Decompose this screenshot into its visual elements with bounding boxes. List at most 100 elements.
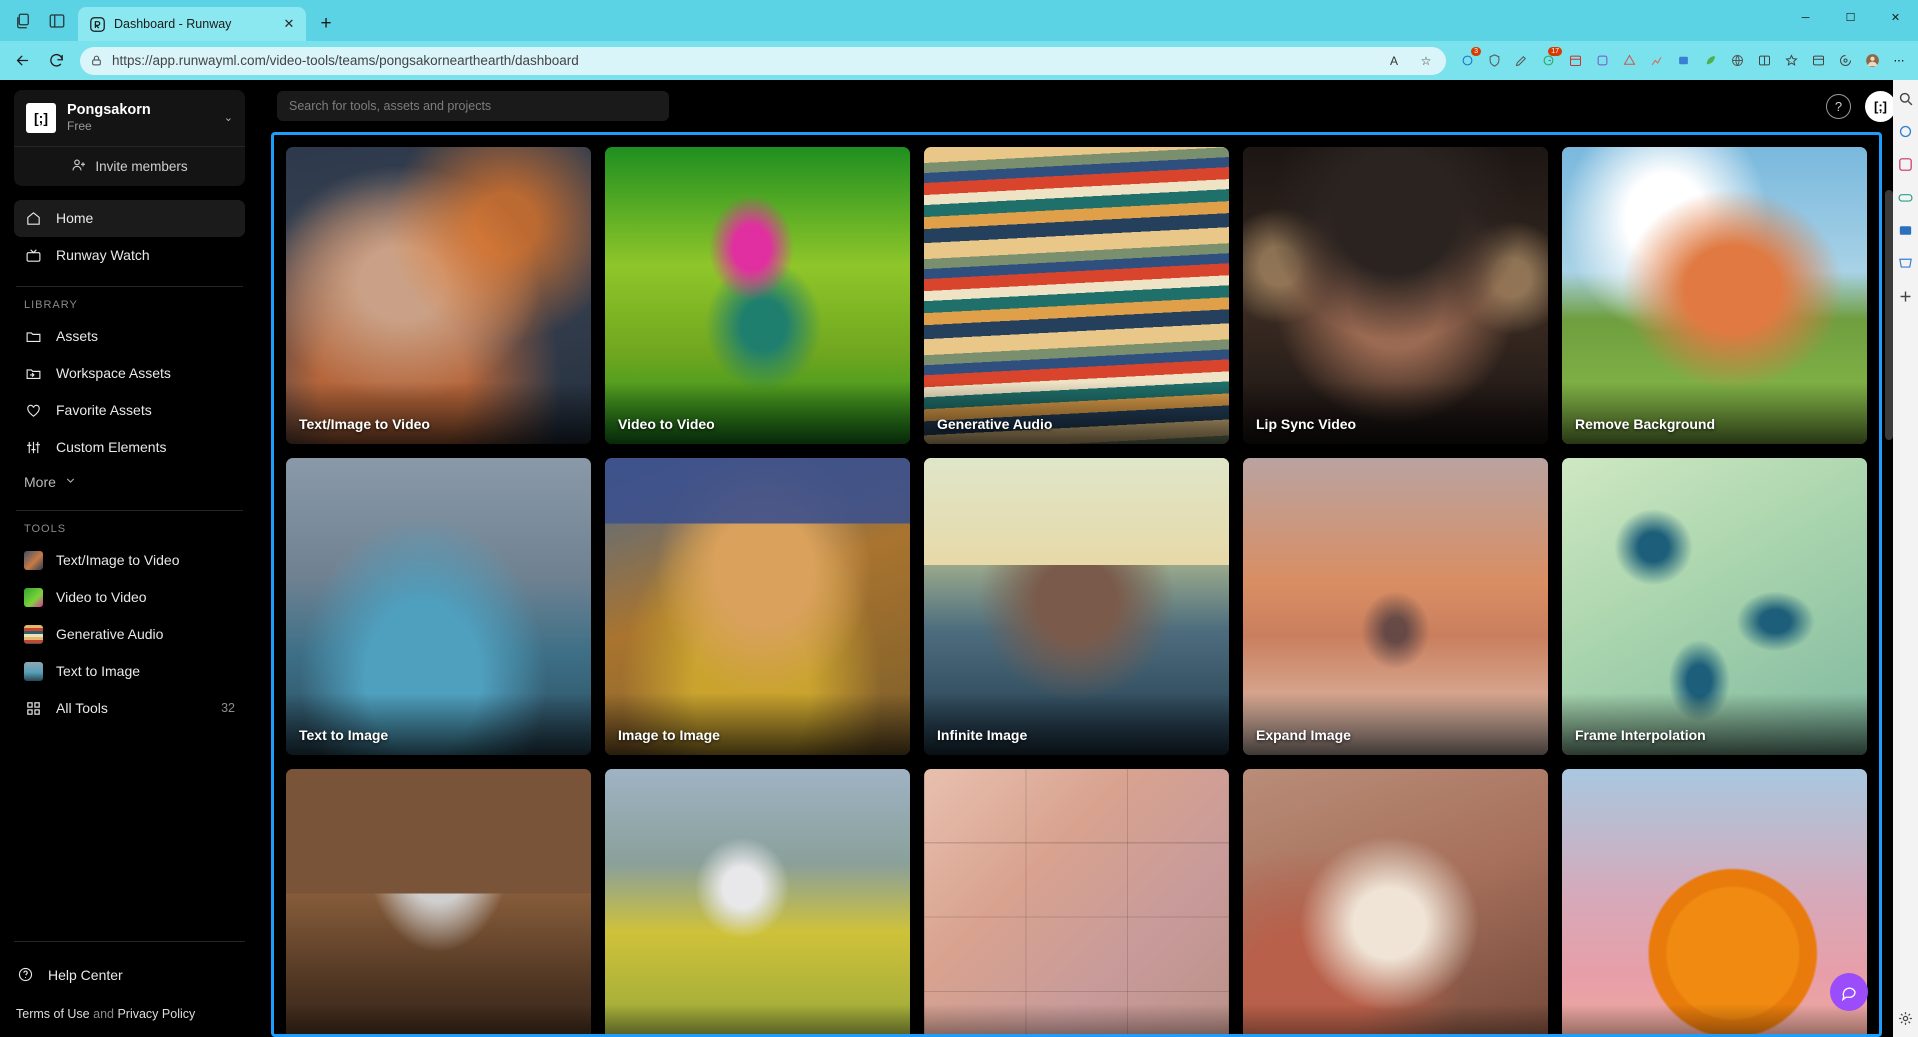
tool-card-lip-sync-video[interactable]: Lip Sync Video bbox=[1243, 147, 1548, 444]
sidebar-more-button[interactable]: More bbox=[14, 466, 245, 498]
tool-card-text-image-to-video[interactable]: Text/Image to Video bbox=[286, 147, 591, 444]
account-card[interactable]: [;] Pongsakorn Free ⌄ Invite members bbox=[14, 90, 245, 186]
rail-add-icon[interactable] bbox=[1897, 288, 1914, 305]
tool-card-image-to-image[interactable]: Image to Image bbox=[605, 457, 910, 755]
sidebar-item-custom-elements[interactable]: Custom Elements bbox=[14, 429, 245, 466]
back-button[interactable] bbox=[6, 45, 38, 77]
sidebar-item-label: Home bbox=[56, 210, 94, 227]
rail-tools-icon[interactable] bbox=[1897, 156, 1914, 173]
sidebar-item-label: Text to Image bbox=[56, 663, 141, 680]
tool-card-backdrop-remix[interactable]: Backdrop Remix bbox=[605, 768, 910, 1034]
copilot-icon[interactable]: 3 bbox=[1454, 46, 1481, 74]
tool-card-generative-audio[interactable]: Generative Audio bbox=[924, 147, 1229, 444]
tool-card-3d-capture[interactable]: 3D Capture bbox=[1243, 768, 1548, 1034]
rail-outlook-icon[interactable] bbox=[1897, 222, 1914, 239]
chevron-down-icon[interactable]: ⌄ bbox=[224, 111, 233, 124]
rail-search-icon[interactable] bbox=[1897, 90, 1914, 107]
tv-icon bbox=[24, 246, 43, 265]
sidebar-item-assets[interactable]: Assets bbox=[14, 318, 245, 355]
card-gradient bbox=[1562, 381, 1867, 444]
pen-icon[interactable] bbox=[1508, 48, 1534, 74]
tool-card-infinite-image[interactable]: Infinite Image bbox=[924, 457, 1229, 755]
help-center-label: Help Center bbox=[48, 966, 123, 983]
sidebar-item-label: Workspace Assets bbox=[56, 365, 171, 382]
terms-of-use-link[interactable]: Terms of Use bbox=[16, 1007, 90, 1021]
tool-thumbnail bbox=[24, 550, 43, 570]
chart-icon[interactable] bbox=[1643, 48, 1669, 74]
card-label: Lip Sync Video bbox=[1256, 415, 1357, 432]
sidebar-more-label: More bbox=[24, 473, 56, 490]
collections-icon[interactable] bbox=[1805, 48, 1831, 74]
extensions-bar: 3 17 ⋯ bbox=[1454, 46, 1912, 74]
sidebar-item-home[interactable]: Home bbox=[14, 199, 245, 237]
split-pane-icon[interactable] bbox=[40, 4, 74, 38]
favorites-icon[interactable] bbox=[1778, 48, 1804, 74]
rail-games-icon[interactable] bbox=[1897, 189, 1914, 206]
page-scrollbar[interactable] bbox=[1885, 190, 1893, 440]
tool-card-frame-interpolation[interactable]: Frame Interpolation bbox=[1562, 457, 1867, 755]
minimize-button[interactable]: ─ bbox=[1783, 0, 1828, 35]
read-aloud-icon[interactable]: A bbox=[1382, 50, 1406, 72]
tool-card-erase-and-replace[interactable]: Erase and Replace bbox=[286, 768, 591, 1034]
sidebar-item-label: Video to Video bbox=[56, 589, 147, 606]
browser-tab[interactable]: Dashboard - Runway ✕ bbox=[78, 7, 306, 41]
tool-card-3d-texture[interactable]: 3D Texture bbox=[1562, 768, 1867, 1034]
maximize-button[interactable]: ☐ bbox=[1828, 0, 1873, 35]
help-center-link[interactable]: Help Center bbox=[14, 956, 245, 993]
globe-icon[interactable] bbox=[1724, 48, 1750, 74]
sidebar-item-label: Text/Image to Video bbox=[56, 552, 180, 569]
tab-search-icon[interactable] bbox=[6, 4, 40, 38]
grammarly-icon[interactable]: 17 bbox=[1535, 46, 1562, 74]
shapes-icon[interactable] bbox=[1616, 48, 1642, 74]
sidebar-tool-text-image-to-video[interactable]: Text/Image to Video bbox=[14, 542, 245, 579]
invite-members-label: Invite members bbox=[95, 158, 188, 174]
tool-card-text-to-image[interactable]: Text to Image bbox=[286, 457, 591, 755]
sidebar-tool-video-to-video[interactable]: Video to Video bbox=[14, 579, 245, 616]
rail-copilot-icon[interactable] bbox=[1897, 123, 1914, 140]
user-avatar[interactable]: [;] bbox=[1865, 90, 1896, 122]
account-name: Pongsakorn bbox=[67, 102, 151, 118]
account-header[interactable]: [;] Pongsakorn Free ⌄ bbox=[14, 90, 245, 146]
privacy-policy-link[interactable]: Privacy Policy bbox=[117, 1007, 195, 1021]
tool-card-video-to-video[interactable]: Video to Video bbox=[605, 147, 910, 444]
tab-close-icon[interactable]: ✕ bbox=[280, 15, 298, 33]
sidebar-tool-text-to-image[interactable]: Text to Image bbox=[14, 653, 245, 690]
topbar-actions: ? [;] bbox=[1826, 90, 1896, 122]
settings-more-icon[interactable]: ⋯ bbox=[1886, 48, 1912, 74]
workspace-logo-icon: [;] bbox=[26, 102, 56, 133]
profile-avatar[interactable] bbox=[1859, 48, 1885, 74]
tool-card-image-variation[interactable]: Image Variation bbox=[924, 768, 1229, 1034]
close-window-button[interactable]: ✕ bbox=[1873, 0, 1918, 35]
favorite-star-icon[interactable]: ☆ bbox=[1414, 50, 1438, 72]
sidebar-item-favorite-assets[interactable]: Favorite Assets bbox=[14, 392, 245, 429]
section-label-library: LIBRARY bbox=[24, 298, 78, 311]
sidebar-item-runway-watch[interactable]: Runway Watch bbox=[14, 237, 245, 274]
puzzle-icon[interactable] bbox=[1589, 48, 1615, 74]
sidebar-item-all-tools[interactable]: All Tools 32 bbox=[14, 690, 245, 727]
address-bar[interactable]: https://app.runwayml.com/video-tools/tea… bbox=[80, 46, 1446, 75]
chat-bubble-icon[interactable] bbox=[1830, 973, 1868, 1011]
reload-button[interactable] bbox=[40, 45, 72, 77]
green-leaf-icon[interactable] bbox=[1697, 48, 1723, 74]
shield-icon[interactable] bbox=[1481, 48, 1507, 74]
sidebar-tool-generative-audio[interactable]: Generative Audio bbox=[14, 616, 245, 653]
add-user-icon bbox=[71, 157, 87, 176]
rail-shopping-icon[interactable] bbox=[1897, 255, 1914, 272]
tool-card-expand-image[interactable]: Expand Image bbox=[1243, 457, 1548, 755]
calendar-icon[interactable] bbox=[1562, 48, 1588, 74]
new-tab-button[interactable]: + bbox=[312, 10, 340, 38]
help-icon[interactable]: ? bbox=[1826, 93, 1851, 119]
extension-badge: 3 bbox=[1471, 46, 1481, 56]
account-plan: Free bbox=[67, 119, 92, 134]
invite-members-button[interactable]: Invite members bbox=[14, 147, 245, 186]
sidebar-item-workspace-assets[interactable]: Workspace Assets bbox=[14, 355, 245, 392]
blue-app-icon[interactable] bbox=[1670, 48, 1696, 74]
split-screen-icon[interactable] bbox=[1751, 48, 1777, 74]
tool-card-remove-background[interactable]: Remove Background bbox=[1562, 147, 1867, 444]
browser-essentials-icon[interactable] bbox=[1832, 48, 1858, 74]
rail-settings-icon[interactable] bbox=[1897, 1010, 1914, 1027]
card-gradient bbox=[924, 692, 1229, 755]
search-input[interactable]: Search for tools, assets and projects bbox=[277, 91, 669, 121]
tools-grid-region: Text/Image to Video Video to Video Gener… bbox=[271, 132, 1882, 1037]
page-viewport: [;] Pongsakorn Free ⌄ Invite members Hom… bbox=[0, 80, 1918, 1037]
